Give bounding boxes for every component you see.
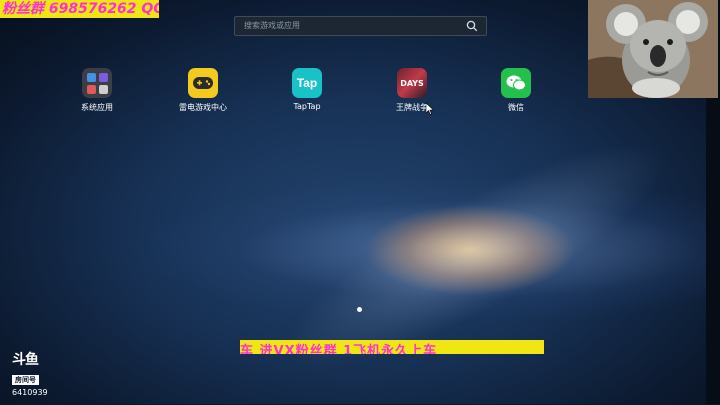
stream-watermark: 斗鱼 房间号 6410939 xyxy=(12,352,56,397)
app-label: TapTap xyxy=(293,102,321,111)
room-label: 房间号 xyxy=(12,375,39,385)
search-bar[interactable]: 搜索游戏或应用 xyxy=(234,16,487,36)
bottom-banner-text: 车 进VX粉丝群 1飞机永久上车 xyxy=(240,344,438,355)
game-cover-text: DAYS xyxy=(400,78,424,88)
light-dot xyxy=(357,307,362,312)
koala-image xyxy=(588,0,718,98)
app-leidian-game-center[interactable]: 雷电游戏中心 xyxy=(163,68,243,113)
room-id: 6410939 xyxy=(12,388,48,397)
app-system-apps[interactable]: 系统应用 xyxy=(57,68,137,113)
game-cover-icon: DAYS xyxy=(397,68,427,98)
search-placeholder: 搜索游戏或应用 xyxy=(244,21,300,30)
app-wangpai-zhanzheng[interactable]: DAYS 王牌战争 xyxy=(372,68,452,113)
bottom-overlay-banner: 车 进VX粉丝群 1飞机永久上车 xyxy=(240,340,544,354)
app-label: 王牌战争 xyxy=(396,103,428,112)
wechat-icon xyxy=(501,68,531,98)
gamepad-icon xyxy=(188,68,218,98)
app-label: 微信 xyxy=(508,103,524,112)
system-apps-icon xyxy=(82,68,112,98)
app-label: 系统应用 xyxy=(81,103,113,112)
app-label: 雷电游戏中心 xyxy=(179,103,227,112)
taptap-icon-text: Tap xyxy=(296,76,318,90)
taptap-icon: Tap xyxy=(292,68,322,98)
douyu-logo: 斗鱼 xyxy=(12,352,39,368)
webcam-overlay xyxy=(588,0,718,98)
search-icon[interactable] xyxy=(466,20,478,32)
top-overlay-banner: 粉丝群 698576262 QQ群 xyxy=(0,0,159,18)
app-wechat[interactable]: 微信 xyxy=(476,68,556,113)
top-banner-text: 粉丝群 698576262 QQ群 xyxy=(2,1,159,17)
app-taptap[interactable]: Tap TapTap xyxy=(267,68,347,111)
mouse-cursor-icon xyxy=(426,103,434,115)
